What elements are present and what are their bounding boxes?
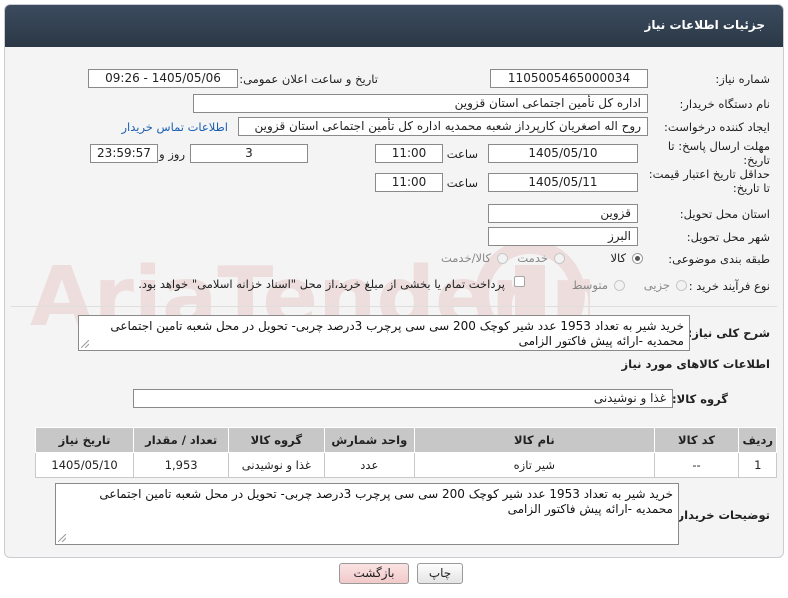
resize-handle-icon[interactable] [58,534,66,542]
price-validity-label: حداقل تاریخ اعتبار قیمت: تا تاریخ: [648,167,770,195]
goods-table-header: ردیف کد کالا نام کالا واحد شمارش گروه کا… [34,427,777,453]
description-text: خرید شیر به تعداد 1953 عدد شیر کوچک 200 … [110,319,684,348]
deadline-label: مهلت ارسال پاسخ: تا تاریخ: [667,139,770,167]
cell-qty: 1,953 [133,452,230,478]
description-label: شرح کلی نیاز: [687,326,770,340]
price-validity-time-field: 11:00 [375,173,443,192]
buyer-org-label: نام دستگاه خریدار: [679,97,770,111]
col-code: کد کالا [653,427,740,453]
col-row: ردیف [738,427,777,453]
buyer-contact-link[interactable]: اطلاعات تماس خریدار [121,120,228,134]
days-label: روز و [159,147,185,161]
price-time-label: ساعت [446,176,478,190]
category-goods-service-label: کالا/خدمت [440,251,491,265]
table-row[interactable]: 1 -- شیر تازه عدد غذا و نوشیدنی 1,953 14… [34,452,777,478]
price-validity-date-field: 1405/05/11 [488,173,638,192]
cell-group: غذا و نوشیدنی [228,452,325,478]
cell-name: شیر تازه [414,452,655,478]
remaining-time-field: 23:59:57 [90,144,158,163]
deadline-time-label: ساعت [446,147,478,161]
province-field: قزوین [488,204,638,223]
treasury-payment-checkbox[interactable] [514,276,525,287]
buyer-org-field: اداره کل تأمین اجتماعی استان قزوین [193,94,648,113]
back-button[interactable]: بازگشت [339,563,409,584]
category-service-label: خدمت [517,251,548,265]
deadline-time-field: 11:00 [375,144,443,163]
goods-group-field: غذا و نوشیدنی [133,389,673,408]
col-group: گروه کالا [228,427,325,453]
cell-date: 1405/05/10 [34,452,135,478]
treasury-payment-note: پرداخت تمام یا بخشی از مبلغ خرید،از محل … [138,277,505,291]
description-textarea[interactable]: خرید شیر به تعداد 1953 عدد شیر کوچک 200 … [78,315,690,351]
resize-handle-icon[interactable] [81,340,89,348]
days-remaining-field: 3 [190,144,308,163]
buyer-notes-textarea[interactable]: خرید شیر به تعداد 1953 عدد شیر کوچک 200 … [55,483,679,545]
process-medium-radio[interactable] [614,280,625,291]
buyer-notes-text: خرید شیر به تعداد 1953 عدد شیر کوچک 200 … [99,487,673,516]
panel-header: جزئیات اطلاعات نیاز [5,5,783,47]
category-label: طبقه بندی موضوعی: [668,252,770,266]
goods-group-label: گروه کالا: [672,392,728,406]
category-goods-service-radio[interactable] [497,253,508,264]
process-label: نوع فرآیند خرید : [688,279,770,293]
process-minor-radio[interactable] [676,280,687,291]
province-label: استان محل تحویل: [679,207,770,221]
col-name: نام کالا [414,427,655,453]
announce-date-field: 1405/05/06 - 09:26 [88,69,238,88]
goods-table: ردیف کد کالا نام کالا واحد شمارش گروه کا… [34,427,777,478]
col-date: تاریخ نیاز [34,427,135,453]
cell-unit: عدد [323,452,416,478]
city-field: البرز [488,227,638,246]
creator-field: روح اله اصغریان کارپرداز شعبه محمدیه ادا… [238,117,648,136]
cell-row: 1 [738,452,777,478]
deadline-date-field: 1405/05/10 [488,144,638,163]
category-goods-radio[interactable] [632,253,643,264]
process-minor-label: جزیی [643,278,670,292]
need-number-field: 1105005465000034 [490,69,648,88]
panel-title: جزئیات اطلاعات نیاز [644,18,765,32]
print-button[interactable]: چاپ [417,563,463,584]
goods-section-title: اطلاعات کالاهای مورد نیاز [621,357,770,371]
need-number-label: شماره نیاز: [715,72,770,86]
cell-code: -- [653,452,740,478]
details-panel: جزئیات اطلاعات نیاز AriaTender.net شماره… [4,4,784,558]
category-service-radio[interactable] [554,253,565,264]
category-goods-label: کالا [610,251,626,265]
buyer-notes-label: توضیحات خریدار: [672,508,770,522]
city-label: شهر محل تحویل: [686,230,770,244]
col-unit: واحد شمارش [323,427,416,453]
process-medium-label: متوسط [571,278,608,292]
col-qty: تعداد / مقدار [133,427,230,453]
announce-label: تاریخ و ساعت اعلان عمومی: [239,72,378,86]
creator-label: ایجاد کننده درخواست: [664,120,770,134]
divider [11,306,777,307]
